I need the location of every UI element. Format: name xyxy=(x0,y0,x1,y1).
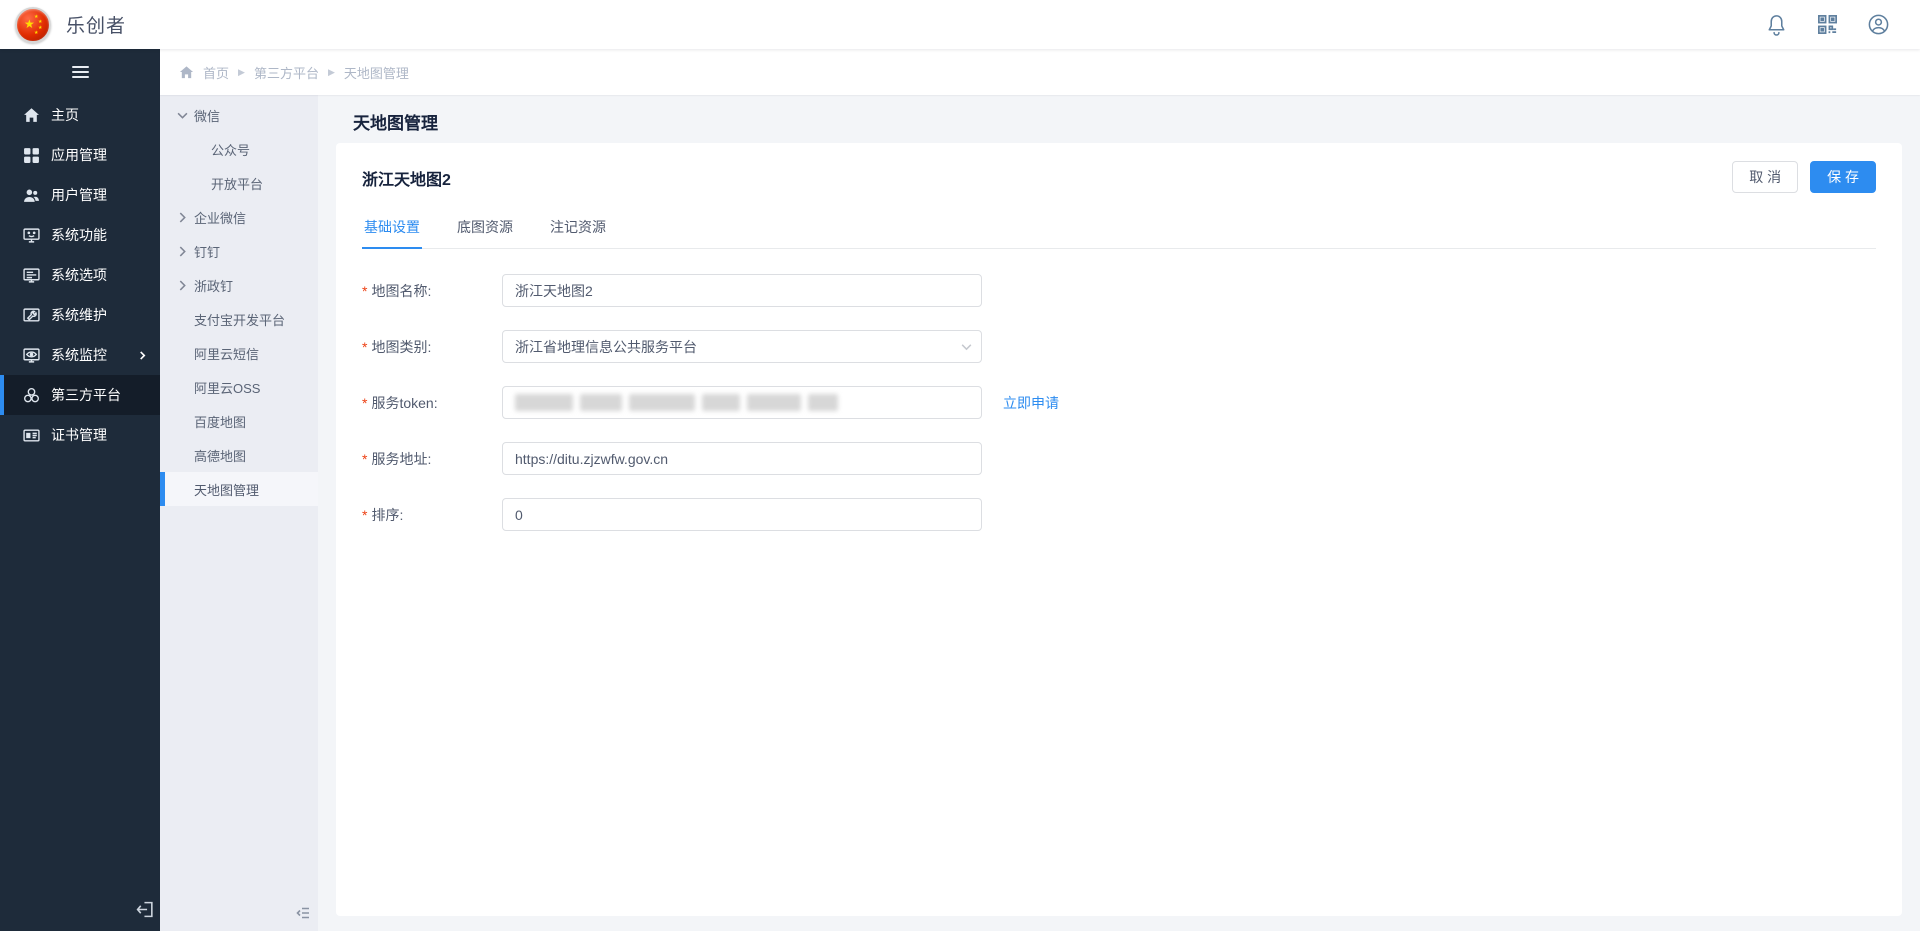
breadcrumb: 首页 ▶ 第三方平台 ▶ 天地图管理 xyxy=(179,63,409,82)
hamburger-icon xyxy=(72,63,89,81)
sidebar-item-user-management[interactable]: 用户管理 xyxy=(0,175,160,215)
sidebar-item-label: 系统维护 xyxy=(51,305,107,325)
app-logo: ★ ★ ★ ★ ★ xyxy=(15,7,51,43)
submenu-group-wecom[interactable]: 企业微信 xyxy=(160,200,318,234)
tab-basemap-resources[interactable]: 底图资源 xyxy=(455,209,515,248)
submenu-item-baidu-map[interactable]: 百度地图 xyxy=(160,404,318,438)
chevron-right-icon xyxy=(177,212,188,223)
submenu-item-alipay-dev-platform[interactable]: 支付宝开发平台 xyxy=(160,302,318,336)
chevron-right-icon xyxy=(177,246,188,257)
sidebar-item-system-functions[interactable]: 系统功能 xyxy=(0,215,160,255)
sidebar-item-label: 第三方平台 xyxy=(51,385,121,405)
submenu-group-wechat[interactable]: 微信 xyxy=(160,98,318,132)
basic-settings-form: *地图名称: *地图类别: 浙 xyxy=(362,274,1876,554)
tab-bar: 基础设置 底图资源 注记资源 xyxy=(362,209,1876,249)
submenu-item-tianditu-management[interactable]: 天地图管理 xyxy=(160,472,318,506)
service-url-label: *服务地址: xyxy=(362,449,502,469)
apply-token-link[interactable]: 立即申请 xyxy=(1003,393,1059,413)
breadcrumb-separator: ▶ xyxy=(328,67,335,78)
sidebar-item-label: 主页 xyxy=(51,105,79,125)
required-mark: * xyxy=(362,339,367,355)
app-title: 乐创者 xyxy=(66,11,126,38)
user-avatar-icon[interactable] xyxy=(1867,13,1890,36)
required-mark: * xyxy=(362,395,367,411)
submenu-collapse-icon[interactable] xyxy=(295,905,311,921)
cancel-button[interactable]: 取 消 xyxy=(1732,161,1798,193)
breadcrumb-item-home[interactable]: 首页 xyxy=(203,63,229,82)
map-category-label: *地图类别: xyxy=(362,337,502,357)
form-row-map-name: *地图名称: xyxy=(362,274,1876,307)
submenu-item-aliyun-oss[interactable]: 阿里云OSS xyxy=(160,370,318,404)
sidebar-item-label: 系统功能 xyxy=(51,225,107,245)
top-header: ★ ★ ★ ★ ★ 乐创者 xyxy=(0,0,1920,49)
sidebar-item-home[interactable]: 主页 xyxy=(0,95,160,135)
form-row-service-url: *服务地址: xyxy=(362,442,1876,475)
submenu-sidebar: 微信 公众号 开放平台 企业微信 钉 xyxy=(160,95,318,931)
monitor-smile-icon xyxy=(23,227,40,244)
sidebar-collapse-button[interactable] xyxy=(0,49,160,95)
card-title: 浙江天地图2 xyxy=(362,161,451,190)
sidebar-item-label: 用户管理 xyxy=(51,185,107,205)
map-category-select[interactable]: 浙江省地理信息公共服务平台 xyxy=(502,330,982,363)
breadcrumb-home-icon[interactable] xyxy=(179,65,194,80)
sidebar-item-system-monitor[interactable]: 系统监控 xyxy=(0,335,160,375)
sort-order-input[interactable] xyxy=(502,498,982,531)
save-button[interactable]: 保 存 xyxy=(1810,161,1876,193)
page-title: 天地图管理 xyxy=(353,109,1902,134)
required-mark: * xyxy=(362,283,367,299)
main-sidebar: 主页 应用管理 用户管理 系统功能 系统选项 xyxy=(0,49,160,931)
submenu-group-zhezhengding[interactable]: 浙政钉 xyxy=(160,268,318,302)
service-token-label: *服务token: xyxy=(362,393,502,413)
tab-annotation-resources[interactable]: 注记资源 xyxy=(548,209,608,248)
submenu-item-open-platform[interactable]: 开放平台 xyxy=(160,166,318,200)
sidebar-item-label: 系统选项 xyxy=(51,265,107,285)
tab-basic-settings[interactable]: 基础设置 xyxy=(362,209,422,248)
main-content: 天地图管理 浙江天地图2 取 消 保 存 基础设置 底图资源 注记资源 xyxy=(318,95,1920,931)
required-mark: * xyxy=(362,451,367,467)
form-row-map-category: *地图类别: 浙江省地理信息公共服务平台 xyxy=(362,330,1876,363)
submenu-group-dingtalk[interactable]: 钉钉 xyxy=(160,234,318,268)
monitor-list-icon xyxy=(23,267,40,284)
sidebar-item-label: 应用管理 xyxy=(51,145,107,165)
map-category-selected-value: 浙江省地理信息公共服务平台 xyxy=(515,337,697,357)
sidebar-item-label: 系统监控 xyxy=(51,345,107,365)
submenu-item-aliyun-sms[interactable]: 阿里云短信 xyxy=(160,336,318,370)
form-row-sort-order: *排序: xyxy=(362,498,1876,531)
breadcrumb-separator: ▶ xyxy=(238,67,245,78)
required-mark: * xyxy=(362,507,367,523)
service-token-input[interactable] xyxy=(502,386,982,419)
qr-code-icon[interactable] xyxy=(1816,13,1839,36)
sidebar-item-label: 证书管理 xyxy=(51,425,107,445)
sidebar-item-system-options[interactable]: 系统选项 xyxy=(0,255,160,295)
chevron-down-icon xyxy=(960,340,973,353)
chevron-down-icon xyxy=(177,110,188,121)
sort-order-label: *排序: xyxy=(362,505,502,525)
breadcrumb-item-third-party[interactable]: 第三方平台 xyxy=(254,63,319,82)
chevron-right-icon xyxy=(177,280,188,291)
map-name-input[interactable] xyxy=(502,274,982,307)
logout-exit-icon[interactable] xyxy=(136,900,155,919)
notification-bell-icon[interactable] xyxy=(1765,13,1788,36)
chevron-right-icon xyxy=(138,351,147,360)
sidebar-item-certificate-management[interactable]: 证书管理 xyxy=(0,415,160,455)
monitor-eye-icon xyxy=(23,347,40,364)
breadcrumb-item-tianditu[interactable]: 天地图管理 xyxy=(344,63,409,82)
detail-card: 浙江天地图2 取 消 保 存 基础设置 底图资源 注记资源 xyxy=(336,143,1902,916)
map-name-label: *地图名称: xyxy=(362,281,502,301)
home-icon xyxy=(23,107,40,124)
service-url-input[interactable] xyxy=(502,442,982,475)
three-circles-icon xyxy=(23,387,40,404)
sidebar-item-app-management[interactable]: 应用管理 xyxy=(0,135,160,175)
users-icon xyxy=(23,187,40,204)
apps-grid-icon xyxy=(23,147,40,164)
sidebar-item-third-party-platform[interactable]: 第三方平台 xyxy=(0,375,160,415)
sidebar-item-system-maintenance[interactable]: 系统维护 xyxy=(0,295,160,335)
submenu-item-amap[interactable]: 高德地图 xyxy=(160,438,318,472)
certificate-card-icon xyxy=(23,427,40,444)
submenu-item-official-account[interactable]: 公众号 xyxy=(160,132,318,166)
breadcrumb-bar: 首页 ▶ 第三方平台 ▶ 天地图管理 xyxy=(160,49,1920,95)
form-row-service-token: *服务token: xyxy=(362,386,1876,419)
wrench-icon xyxy=(23,307,40,324)
